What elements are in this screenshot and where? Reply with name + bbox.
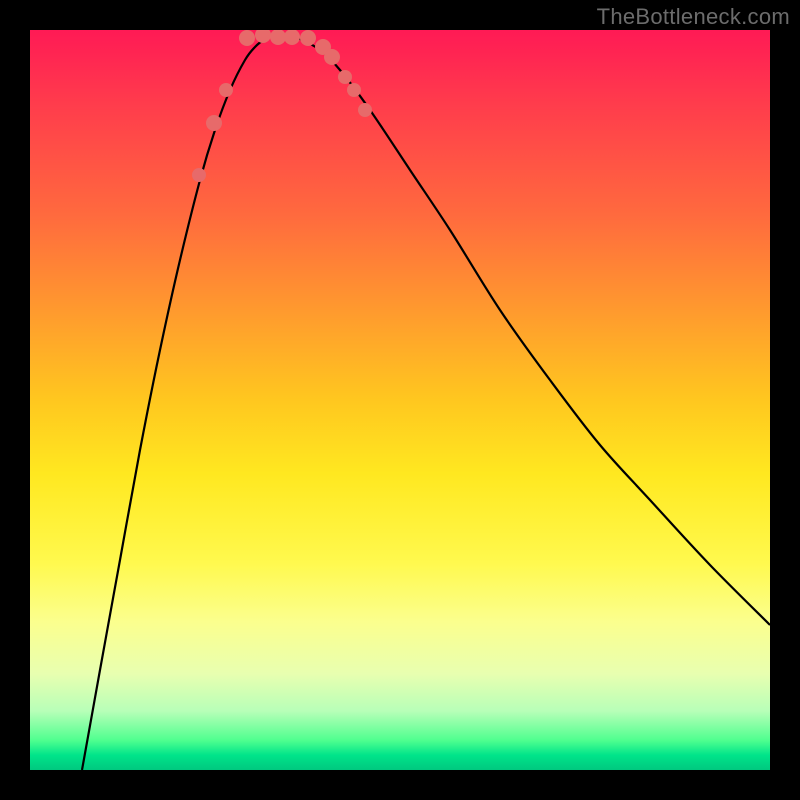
data-marker — [300, 30, 316, 46]
data-marker — [206, 115, 222, 131]
data-marker — [358, 103, 372, 117]
watermark-text: TheBottleneck.com — [597, 4, 790, 30]
chart-svg — [30, 30, 770, 770]
data-marker — [239, 30, 255, 46]
outer-frame: TheBottleneck.com — [0, 0, 800, 800]
plot-area — [30, 30, 770, 770]
data-marker — [347, 83, 361, 97]
data-marker — [255, 30, 271, 43]
data-marker — [338, 70, 352, 84]
curve-layer — [82, 34, 770, 770]
data-marker — [284, 30, 300, 45]
bottleneck-curve — [82, 34, 770, 770]
marker-layer — [192, 30, 372, 182]
data-marker — [270, 30, 286, 45]
data-marker — [192, 168, 206, 182]
data-marker — [219, 83, 233, 97]
data-marker — [324, 49, 340, 65]
